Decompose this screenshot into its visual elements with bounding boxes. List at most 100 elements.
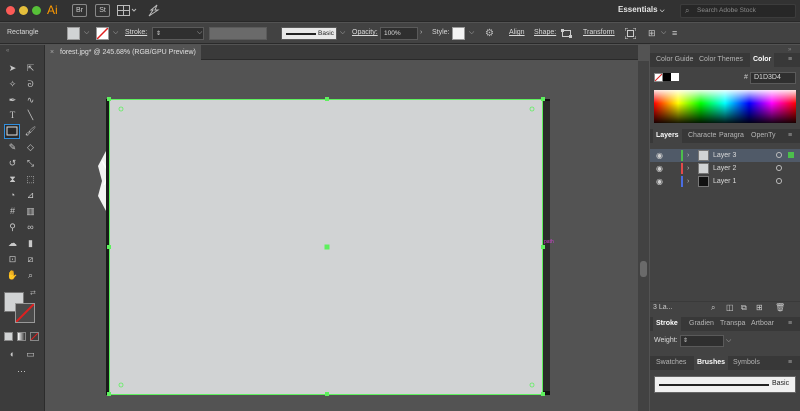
layer-row[interactable]: ◉ › Layer 3 [650, 149, 800, 162]
lasso-tool-icon[interactable]: ᘐ [24, 78, 37, 91]
direct-selection-tool-icon[interactable]: ⇱ [24, 62, 37, 75]
scrollbar-thumb[interactable] [640, 261, 647, 277]
stroke-panel-menu-icon[interactable]: ≡ [788, 320, 792, 327]
opacity-label[interactable]: Opacity: [352, 29, 378, 36]
stock-button[interactable]: St [95, 4, 110, 17]
tab-color-guide[interactable]: Color Guide [653, 53, 696, 67]
delete-layer-icon[interactable]: 🗑 [775, 303, 785, 312]
workspace-switcher[interactable]: Essentials ⌵ [618, 5, 664, 15]
target-circle-icon[interactable] [776, 178, 782, 184]
fill-dropdown-icon[interactable]: ⌵ [84, 29, 89, 37]
layer-name[interactable]: Layer 2 [713, 162, 736, 175]
column-graph-tool-icon[interactable]: ▮ [24, 237, 37, 250]
tab-symbols[interactable]: Symbols [730, 356, 763, 370]
symbol-sprayer-tool-icon[interactable]: ☁ [6, 237, 19, 250]
variable-width-profile[interactable] [209, 27, 267, 40]
layer-row[interactable]: ◉ › Layer 2 [650, 162, 800, 175]
stroke-swatch[interactable] [96, 27, 109, 40]
opacity-field[interactable]: 100% [380, 27, 418, 40]
artboard-tool-icon[interactable]: ⊡ [6, 253, 19, 266]
close-document-icon[interactable]: × [50, 45, 54, 60]
hex-value-field[interactable]: D1D3D4 [750, 72, 796, 84]
slice-tool-icon[interactable]: ⧄ [24, 253, 37, 266]
tab-brushes[interactable]: Brushes [694, 356, 729, 370]
select-similar-icon[interactable]: ⊞ [648, 28, 656, 39]
free-transform-tool-icon[interactable]: ⬚ [24, 173, 37, 186]
color-panel-menu-icon[interactable]: ≡ [788, 56, 792, 63]
gpu-performance-icon[interactable] [148, 4, 160, 19]
shape-button[interactable]: Shape: [534, 29, 556, 36]
hand-tool-icon[interactable]: ✋ [6, 269, 19, 282]
select-similar-dropdown-icon[interactable]: ⌵ [661, 29, 666, 37]
brushes-panel-menu-icon[interactable]: ≡ [788, 359, 792, 366]
layer-row[interactable]: ◉ › Layer 1 [650, 175, 800, 188]
canvas[interactable]: path [46, 61, 638, 411]
minimize-window-button[interactable] [19, 6, 28, 15]
zoom-window-button[interactable] [32, 6, 41, 15]
recolor-artwork-icon[interactable]: ⚙ [485, 28, 494, 39]
vertical-scrollbar[interactable] [638, 61, 649, 411]
perspective-grid-tool-icon[interactable]: ⊿ [24, 189, 37, 202]
swap-fill-stroke-icon[interactable]: ⇄ [30, 289, 36, 297]
align-button[interactable]: Align [509, 29, 525, 36]
scale-tool-icon[interactable]: ⤡ [24, 157, 37, 170]
blend-tool-icon[interactable]: ∞ [24, 221, 37, 234]
edit-toolbar-icon[interactable]: ⋯ [15, 365, 28, 378]
eraser-tool-icon[interactable]: ◇ [24, 141, 37, 154]
selection-tool-icon[interactable]: ➤ [6, 62, 19, 75]
magic-wand-tool-icon[interactable]: ✧ [6, 78, 19, 91]
tab-character[interactable]: Characte [685, 129, 719, 143]
expand-chevron-icon[interactable]: › [687, 162, 689, 175]
layers-panel-menu-icon[interactable]: ≡ [788, 132, 792, 139]
expand-chevron-icon[interactable]: › [687, 175, 689, 188]
document-tab[interactable]: × forest.jpg* @ 245.68% (RGB/GPU Preview… [46, 45, 201, 60]
new-layer-icon[interactable]: ⊞ [756, 303, 763, 312]
type-tool-icon[interactable]: T [6, 109, 19, 122]
transform-button[interactable]: Transform [583, 29, 615, 36]
adobe-stock-search[interactable]: ⌕ Search Adobe Stock [680, 4, 796, 18]
tab-transparency[interactable]: Transpa [717, 317, 748, 331]
visibility-eye-icon[interactable]: ◉ [656, 175, 665, 188]
target-circle-icon[interactable] [776, 152, 782, 158]
shape-builder-tool-icon[interactable]: ◔ [6, 189, 19, 202]
tab-stroke[interactable]: Stroke [653, 317, 681, 331]
create-sublayer-icon[interactable]: ⧉ [741, 303, 747, 313]
visibility-eye-icon[interactable]: ◉ [656, 149, 665, 162]
style-dropdown-icon[interactable]: ⌵ [469, 29, 474, 37]
tab-color[interactable]: Color [750, 53, 775, 67]
tab-artboards[interactable]: Artboar [748, 317, 777, 331]
gradient-mode-icon[interactable] [17, 332, 26, 341]
tab-layers[interactable]: Layers [653, 129, 682, 143]
collapse-tools-icon[interactable]: « [6, 48, 9, 54]
panel-menu-icon[interactable]: ≡ [672, 28, 677, 38]
visibility-eye-icon[interactable]: ◉ [656, 162, 665, 175]
color-panel-none-swatch[interactable] [654, 73, 663, 82]
brush-definition-dropdown[interactable]: Basic [281, 27, 337, 40]
graphic-style-swatch[interactable] [452, 27, 465, 40]
fill-swatch[interactable] [67, 27, 80, 40]
brush-dropdown-icon[interactable]: ⌵ [340, 29, 345, 37]
paintbrush-tool-icon[interactable]: 🖌 [24, 125, 37, 138]
stroke-weight-dropdown-icon[interactable]: ⌵ [197, 29, 202, 37]
bridge-button[interactable]: Br [72, 4, 87, 17]
arrange-documents-icon[interactable] [117, 5, 137, 16]
locate-object-icon[interactable]: ⌕ [711, 303, 715, 313]
stroke-weight-input[interactable]: ⇕ [680, 335, 724, 347]
rotate-tool-icon[interactable]: ↺ [6, 157, 19, 170]
line-segment-tool-icon[interactable]: ╲ [24, 109, 37, 122]
stroke-color-box[interactable] [15, 303, 35, 323]
none-mode-icon[interactable] [30, 332, 39, 341]
make-clipping-mask-icon[interactable]: ◫ [726, 303, 734, 312]
tab-paragraph[interactable]: Paragra [716, 129, 747, 143]
white-swatch[interactable] [671, 73, 679, 81]
stroke-dropdown-icon[interactable]: ⌵ [113, 29, 118, 37]
selection-indicator[interactable] [788, 152, 794, 158]
weight-dropdown-icon[interactable]: ⌵ [726, 337, 731, 345]
target-circle-icon[interactable] [776, 165, 782, 171]
screen-mode-icon[interactable]: ▭ [24, 348, 37, 361]
drawing-mode-icon[interactable]: ◐ [6, 348, 19, 361]
close-window-button[interactable] [6, 6, 15, 15]
gradient-tool-icon[interactable]: ▥ [24, 205, 37, 218]
tab-opentype[interactable]: OpenTy [748, 129, 779, 143]
width-tool-icon[interactable]: ⧗ [6, 173, 19, 186]
